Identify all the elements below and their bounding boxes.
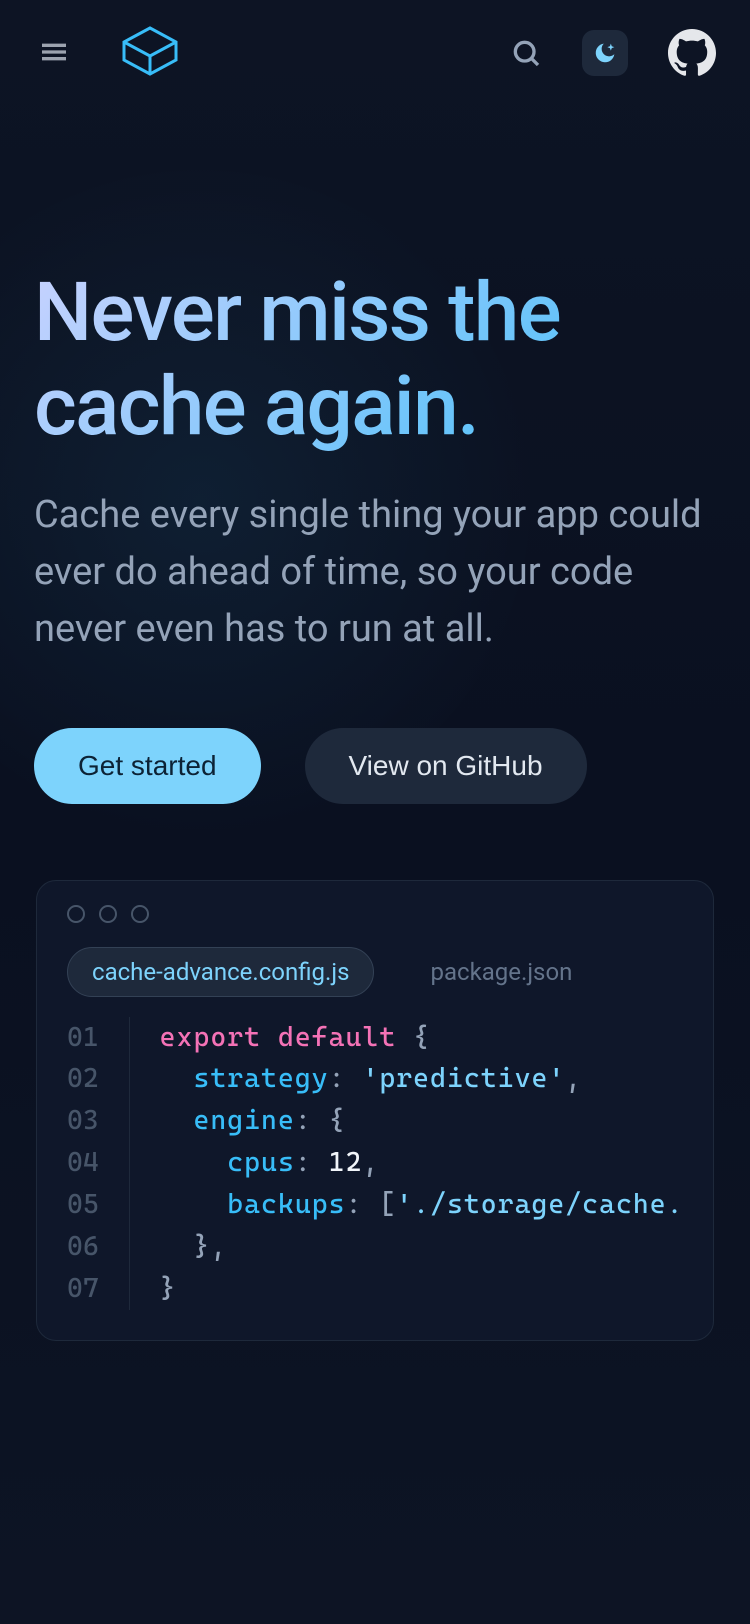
code-line: export default { xyxy=(160,1017,684,1059)
code-line: engine: { xyxy=(160,1100,684,1142)
code-area: 01 02 03 04 05 06 07 export default { st… xyxy=(37,1017,713,1340)
moon-sparkle-icon xyxy=(591,39,619,67)
window-traffic-lights xyxy=(37,881,713,923)
hero-buttons: Get started View on GitHub xyxy=(34,728,716,804)
code-window: cache-advance.config.js package.json 01 … xyxy=(36,880,714,1341)
header xyxy=(0,0,750,106)
search-button[interactable] xyxy=(506,33,546,73)
code-line: }, xyxy=(160,1226,684,1268)
code-line: strategy: 'predictive', xyxy=(160,1058,684,1100)
code-tabs: cache-advance.config.js package.json xyxy=(37,923,713,1017)
get-started-button[interactable]: Get started xyxy=(34,728,261,804)
cube-logo-icon xyxy=(118,24,182,78)
tab-config-js[interactable]: cache-advance.config.js xyxy=(67,947,374,997)
line-number: 05 xyxy=(67,1184,99,1226)
line-number: 07 xyxy=(67,1268,99,1310)
code-line: backups: ['./storage/cache. xyxy=(160,1184,684,1226)
code-line: cpus: 12, xyxy=(160,1142,684,1184)
code-content: export default { strategy: 'predictive',… xyxy=(130,1017,684,1310)
menu-button[interactable] xyxy=(30,28,78,79)
tab-package-json[interactable]: package.json xyxy=(406,948,596,996)
hero-subtitle: Cache every single thing your app could … xyxy=(34,487,716,658)
search-icon xyxy=(510,37,542,69)
line-number: 04 xyxy=(67,1142,99,1184)
hero-title: Never miss the cache again. xyxy=(34,266,716,455)
line-number: 02 xyxy=(67,1058,99,1100)
hero-section: Never miss the cache again. Cache every … xyxy=(0,106,750,804)
github-link[interactable] xyxy=(664,25,720,81)
header-right xyxy=(506,25,720,81)
window-dot-minimize xyxy=(99,905,117,923)
logo-link[interactable] xyxy=(118,24,182,82)
window-dot-close xyxy=(67,905,85,923)
header-left xyxy=(30,24,182,82)
line-number: 01 xyxy=(67,1017,99,1059)
line-numbers: 01 02 03 04 05 06 07 xyxy=(67,1017,130,1310)
theme-toggle-button[interactable] xyxy=(582,30,628,76)
github-icon xyxy=(668,29,716,77)
window-dot-maximize xyxy=(131,905,149,923)
line-number: 06 xyxy=(67,1226,99,1268)
code-line: } xyxy=(160,1268,684,1310)
view-github-button[interactable]: View on GitHub xyxy=(305,728,587,804)
line-number: 03 xyxy=(67,1100,99,1142)
hamburger-icon xyxy=(38,36,70,68)
